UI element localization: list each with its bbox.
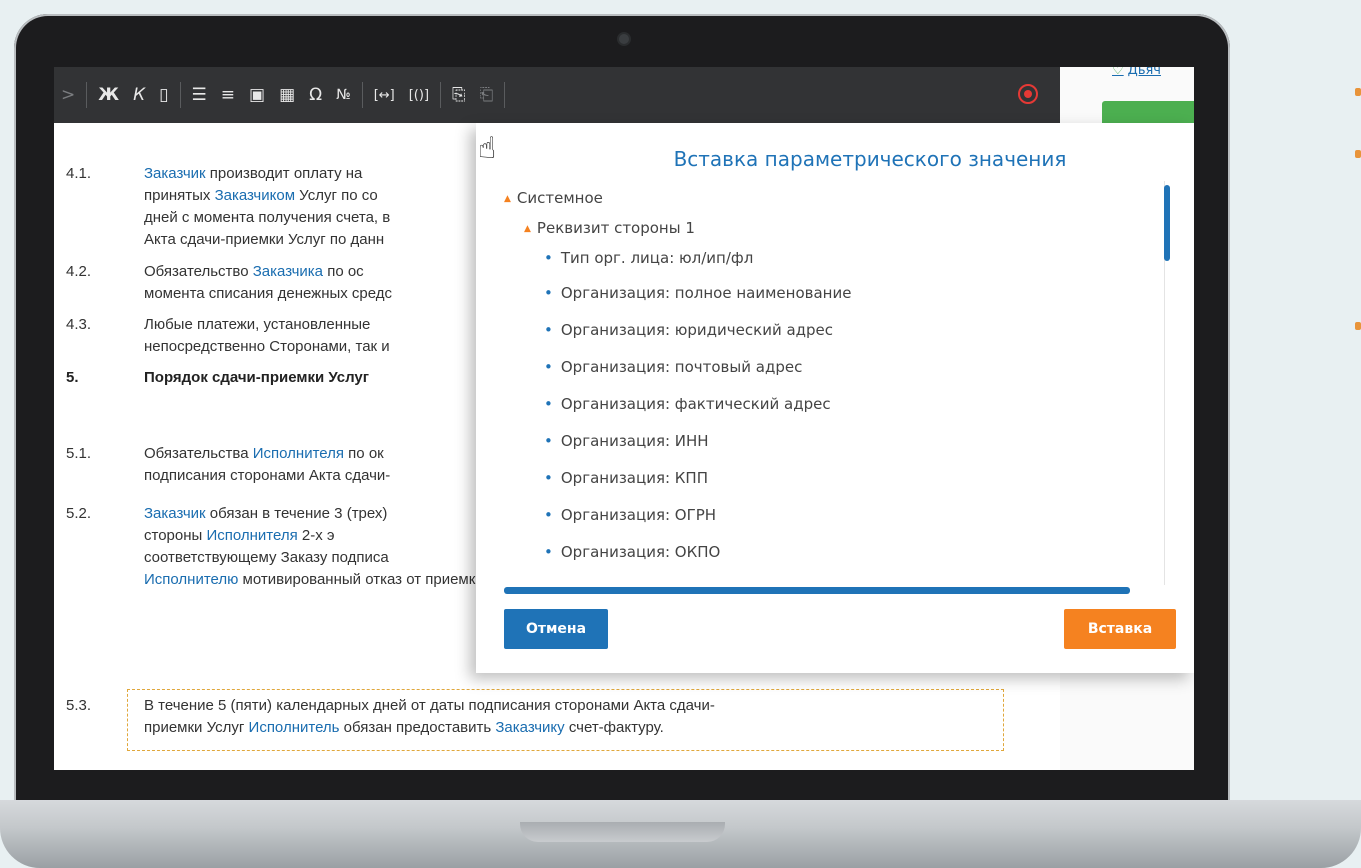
bullet-icon: • <box>544 395 553 413</box>
laptop-notch <box>520 822 725 842</box>
tree-item[interactable]: • Организация: фактический адрес <box>544 395 831 413</box>
term-link[interactable]: Заказчик <box>144 165 206 182</box>
tree-item-label: Тип орг. лица: юл/ип/фл <box>560 249 754 267</box>
term-link[interactable]: Исполнителя <box>253 445 344 462</box>
paste-icon[interactable]: ⎘ <box>445 67 473 123</box>
term-link[interactable]: Заказчиком <box>215 187 295 204</box>
text: Услуг по со <box>295 187 378 204</box>
bullet-icon: • <box>544 249 553 267</box>
tree-item-label: Организация: фактический адрес <box>560 395 831 413</box>
edge-mark <box>1355 88 1361 96</box>
clause-number: 4.2. <box>66 263 92 280</box>
tree-item-label: Организация: ОГРН <box>560 506 717 524</box>
clause-number: 5.2. <box>66 505 92 522</box>
numbered-list-icon[interactable]: ☰ <box>185 67 214 123</box>
bullet-icon: • <box>544 432 553 450</box>
expand-triangle-icon[interactable]: ▲ <box>504 194 511 204</box>
bullet-icon: • <box>544 543 553 561</box>
tree-item-label: Организация: ИНН <box>560 432 709 450</box>
edge-mark <box>1355 322 1361 330</box>
tree-node-system[interactable]: ▲ Системное <box>504 189 603 207</box>
table-icon[interactable]: ▦ <box>272 67 302 123</box>
vertical-scroll-thumb[interactable] <box>1164 185 1170 261</box>
block-button[interactable]: ▯ <box>152 67 175 123</box>
tree-item-label: Организация: юридический адрес <box>560 321 834 339</box>
text: обязан в течение 3 (трех) <box>205 505 388 522</box>
text: Обязательство <box>144 263 253 280</box>
tree-item-label: Организация: ОКПО <box>560 543 721 561</box>
bullet-icon: • <box>544 284 553 302</box>
user-icon: ♡ <box>1112 67 1124 78</box>
bulleted-list-icon[interactable]: ≡ <box>214 67 242 123</box>
text: 2-х э <box>297 527 335 544</box>
user-link[interactable]: ♡ Дьяч <box>1112 67 1161 78</box>
clause-number: 4.3. <box>66 316 92 333</box>
tree-item[interactable]: • Тип орг. лица: юл/ип/фл <box>544 249 753 267</box>
text: по ок <box>344 445 384 462</box>
paste-plain-icon: ⎗ <box>479 85 494 105</box>
text: по ос <box>323 263 364 280</box>
bold-button[interactable]: Ж <box>91 67 126 123</box>
tree-item[interactable]: • Организация: ОГРН <box>544 506 716 524</box>
insert-parameter-block-icon[interactable]: [()] <box>402 67 436 123</box>
bullet-icon: • <box>544 321 553 339</box>
tree-item[interactable]: • Организация: полное наименование <box>544 284 851 302</box>
selected-block-outline <box>127 689 1004 751</box>
insert-button[interactable]: Вставка <box>1064 609 1176 649</box>
term-link[interactable]: Исполнителю <box>144 571 238 588</box>
close-editor-icon[interactable] <box>1018 84 1038 104</box>
text: стороны <box>144 527 207 544</box>
edge-mark <box>1355 150 1361 158</box>
tree-item[interactable]: • Организация: юридический адрес <box>544 321 833 339</box>
toolbar-divider <box>504 82 506 108</box>
term-link[interactable]: Исполнителя <box>206 527 297 544</box>
special-char-icon[interactable]: Ω <box>302 67 329 123</box>
user-name: Дьяч <box>1127 67 1161 78</box>
text: Обязательства <box>144 445 253 462</box>
bullet-icon: • <box>544 506 553 524</box>
horizontal-scrollbar[interactable] <box>504 587 1130 594</box>
toolbar-divider <box>179 82 181 108</box>
section-number: 5. <box>66 369 79 386</box>
tree-node-label: Системное <box>516 189 603 207</box>
tree-item[interactable]: • Организация: КПП <box>544 469 708 487</box>
editor-toolbar: > Ж К ▯ ☰ ≡ ▣ ▦ Ω № [↔] [()] ⎘ ⎗ <box>54 67 1060 123</box>
tree-item-label: Организация: почтовый адрес <box>560 358 803 376</box>
clause-number: 5.3. <box>66 697 92 714</box>
bullet-icon: • <box>544 469 553 487</box>
tree-node-label: Реквизит стороны 1 <box>536 219 695 237</box>
tree-item[interactable]: • Организация: ИНН <box>544 432 709 450</box>
term-link[interactable]: Заказчик <box>144 505 206 522</box>
tree-item-label: Организация: полное наименование <box>560 284 852 302</box>
insert-parameter-icon[interactable]: [↔] <box>367 67 402 123</box>
expand-triangle-icon[interactable]: ▲ <box>524 224 531 234</box>
toolbar-divider <box>361 82 363 108</box>
cancel-button[interactable]: Отмена <box>504 609 608 649</box>
dialog-title: Вставка параметрического значения <box>673 147 1067 171</box>
image-icon[interactable]: ▣ <box>242 67 272 123</box>
parameter-tree: ▲ Системное ▲ Реквизит стороны 1 • Тип орг.… <box>500 181 1164 585</box>
text: принятых <box>144 187 215 204</box>
toolbar-divider <box>440 82 442 108</box>
tree-item-label: Организация: КПП <box>560 469 708 487</box>
bullet-icon: • <box>544 358 553 376</box>
clause-number: 4.1. <box>66 165 92 182</box>
tree-node-party-1[interactable]: ▲ Реквизит стороны 1 <box>524 219 695 237</box>
toolbar-divider <box>86 82 88 108</box>
screen: ♡ Дьяч > Ж К ▯ ☰ ≡ ▣ ▦ Ω № [↔] [()] ⎘ ⎗ 4… <box>54 67 1194 770</box>
text: производит оплату на <box>205 165 363 182</box>
hand-cursor-icon: ☝ <box>478 131 497 166</box>
clause-number: 5.1. <box>66 445 92 462</box>
term-link[interactable]: Заказчика <box>253 263 323 280</box>
numbering-icon[interactable]: № <box>329 67 358 123</box>
more-icon[interactable]: > <box>54 67 82 123</box>
webcam <box>617 32 631 46</box>
tree-item[interactable]: • Организация: ОКПО <box>544 543 720 561</box>
tree-item[interactable]: • Организация: почтовый адрес <box>544 358 802 376</box>
italic-button[interactable]: К <box>126 67 152 123</box>
insert-parameter-dialog: Вставка параметрического значения ▲ Систе… <box>476 123 1194 673</box>
